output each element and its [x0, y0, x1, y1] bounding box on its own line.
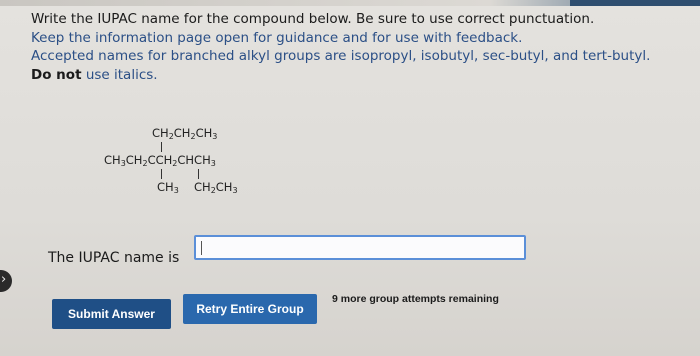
text-cursor	[201, 241, 202, 255]
structure-top-substituent: CH2CH2CH3	[152, 126, 218, 141]
structure-methyl-substituent: CH3	[157, 180, 179, 195]
question-page: Write the IUPAC name for the compound be…	[0, 0, 700, 356]
iupac-name-label: The IUPAC name is	[48, 250, 180, 266]
header-tab-fragment[interactable]	[570, 0, 700, 6]
chemical-structure: CH2CH2CH3 CH3CH2CCH2CHCH3 CH3 CH2CH3	[100, 122, 270, 212]
bond-bottom-left	[161, 169, 162, 179]
iupac-name-input[interactable]	[194, 235, 526, 260]
structure-ethyl-substituent: CH2CH3	[194, 180, 238, 195]
accepted-names-note: Accepted names for branched alkyl groups…	[31, 48, 651, 64]
arrow-right-icon[interactable]: ›	[0, 270, 12, 292]
italics-note: Do not use italics.	[31, 66, 691, 85]
do-not-label: Do not	[31, 66, 82, 83]
structure-main-chain: CH3CH2CCH2CHCH3	[104, 153, 216, 168]
submit-answer-button[interactable]: Submit Answer	[52, 299, 171, 329]
italics-note-rest: use italics.	[81, 66, 158, 83]
bond-bottom-right	[198, 169, 199, 179]
attempts-remaining-text: 9 more group attempts remaining	[332, 293, 499, 305]
info-page-note: Keep the information page open for guida…	[31, 29, 523, 46]
bond-top	[161, 142, 162, 152]
question-prompt: Write the IUPAC name for the compound be…	[31, 11, 595, 27]
question-text: Write the IUPAC name for the compound be…	[31, 10, 691, 84]
retry-entire-group-button[interactable]: Retry Entire Group	[183, 294, 317, 324]
